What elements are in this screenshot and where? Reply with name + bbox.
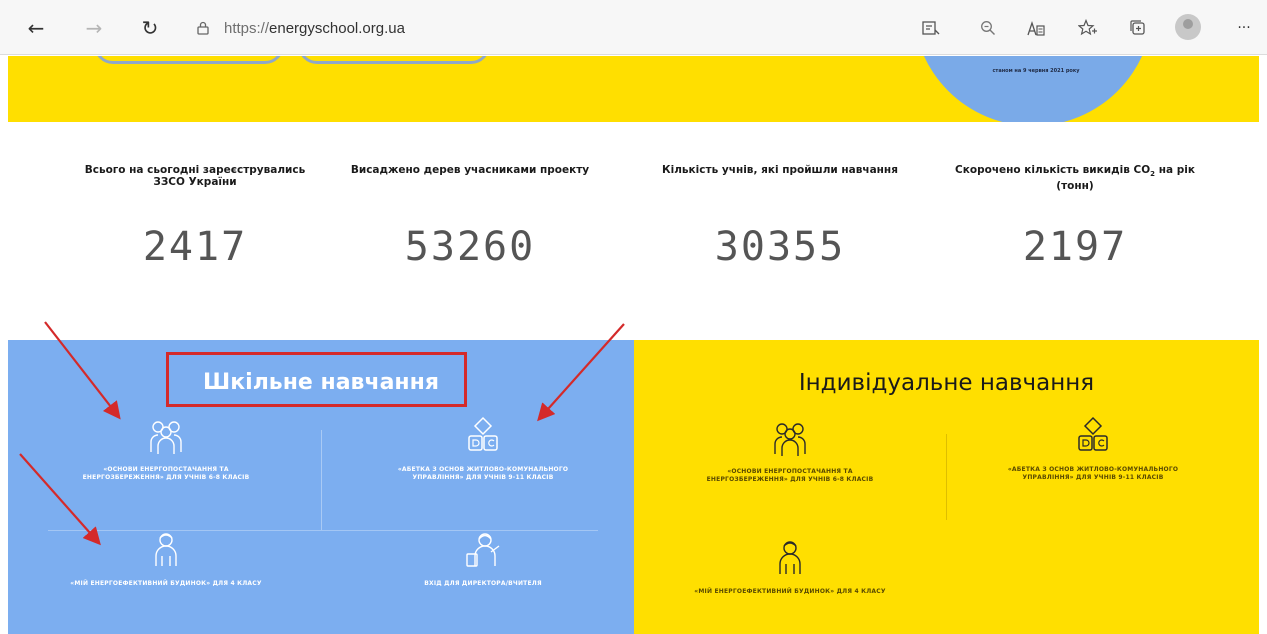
school-learning-panel: Шкільне навчання «Основи енергопостачанн… [8,340,634,634]
url-scheme: https:// [224,19,270,37]
course-card-text: «Абетка з основ житлово-комунального упр… [1007,466,1179,481]
hero-button-1[interactable] [94,56,284,64]
teacher-login-card[interactable]: Вхід для директора/вчителя [383,530,583,588]
abc-blocks-icon [1078,416,1108,451]
stat-value: 2197 [1022,224,1128,270]
lock-icon[interactable] [196,21,210,35]
course-card-energy-basics[interactable]: «Основи енергопостачання та енергозбереж… [66,416,266,482]
more-icon[interactable]: ··· [1230,14,1258,42]
browser-toolbar: ← → ↻ https://energyschool.org.ua ··· [0,0,1267,55]
course-card-my-home[interactable]: «Мій енергоефективний будинок» для 4 кла… [66,530,266,588]
course-card-text: «Мій енергоефективний будинок» для 4 кла… [70,580,262,587]
course-card-text: «Основи енергопостачання та енергозбереж… [706,468,874,483]
teacher-icon [466,533,500,567]
read-aloud-icon[interactable] [1022,14,1050,42]
annotation-box [166,352,467,407]
course-card-housing-abc[interactable]: «Абетка з основ житлово-комунального упр… [993,416,1193,482]
stat-value: 30355 [714,224,846,270]
individual-learning-panel: Індивідуальне навчання «Основи енергопос… [634,340,1259,634]
stat-label-pre: Скорочено кількість викидів CO [955,164,1151,176]
favorites-icon[interactable] [1074,14,1102,42]
hero-banner: станом на 9 червня 2021 року [8,56,1259,122]
child-student-icon [155,533,177,566]
course-card-text: «Мій енергоефективний будинок» для 4 кла… [694,588,886,595]
hero-circle-note: станом на 9 червня 2021 року [992,68,1080,74]
url-host: energyschool.org.ua [269,19,405,37]
forward-icon[interactable]: → [80,14,108,42]
group-students-icon [150,421,182,454]
course-card-housing-abc[interactable]: «Абетка з основ житлово-комунального упр… [383,416,583,482]
collections-icon[interactable] [1124,14,1152,42]
stat-label: Всього на сьогодні зареєструвались ЗЗСО … [84,164,306,188]
hero-circle [913,56,1153,122]
hero-button-2[interactable] [298,56,490,64]
stat-value: 2417 [142,224,248,270]
profile-avatar[interactable] [1175,14,1201,40]
course-card-text: «Абетка з основ житлово-комунального упр… [397,466,569,481]
stat-label: Кількість учнів, які пройшли навчання [662,164,898,176]
course-card-energy-basics[interactable]: «Основи енергопостачання та енергозбереж… [690,418,890,484]
back-icon[interactable]: ← [22,14,50,42]
stat-label: Висаджено дерев учасниками проекту [350,164,590,176]
stat-label: Скорочено кількість викидів CO2 на рік (… [950,164,1200,212]
reader-view-icon[interactable] [917,14,945,42]
course-card-my-home[interactable]: «Мій енергоефективний будинок» для 4 кла… [690,538,890,596]
stat-registered-schools: Всього на сьогодні зареєструвались ЗЗСО … [70,164,320,270]
course-card-text: Вхід для директора/вчителя [424,580,542,587]
stat-value: 53260 [404,224,536,270]
zoom-icon[interactable] [974,14,1002,42]
divider [321,430,322,530]
stat-students-trained: Кількість учнів, які пройшли навчання 30… [655,164,905,270]
individual-learning-title[interactable]: Індивідуальне навчання [634,370,1259,396]
stat-trees-planted: Висаджено дерев учасниками проекту 53260 [345,164,595,270]
divider [946,434,947,520]
group-students-icon [774,423,806,456]
url-text: https://energyschool.org.ua [224,20,405,37]
reload-icon[interactable]: ↻ [136,14,164,42]
child-student-icon [779,541,801,574]
course-card-text: «Основи енергопостачання та енергозбереж… [82,466,250,481]
stat-co2-reduced: Скорочено кількість викидів CO2 на рік (… [950,164,1200,270]
address-bar[interactable]: https://energyschool.org.ua [196,13,896,43]
abc-blocks-icon [468,416,498,451]
